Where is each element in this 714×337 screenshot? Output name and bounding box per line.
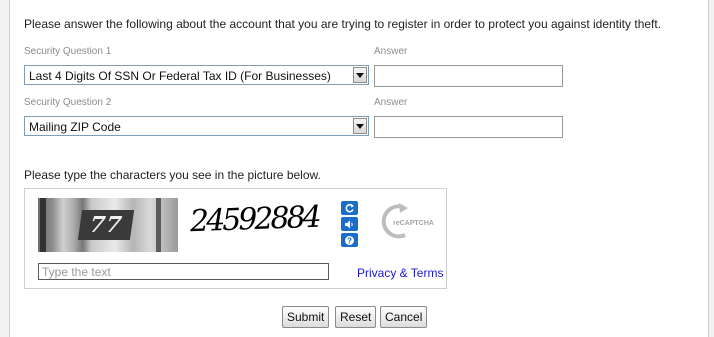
refresh-icon[interactable]	[341, 201, 358, 215]
intro-text: Please answer the following about the ac…	[24, 17, 662, 31]
recaptcha-logo: reCAPTCHA	[377, 201, 441, 243]
submit-button[interactable]: Submit	[282, 306, 330, 328]
chevron-down-icon[interactable]	[353, 67, 367, 83]
photo-number-plate: 77	[77, 210, 135, 240]
security-question-2-select[interactable]: Mailing ZIP Code	[24, 116, 369, 136]
help-icon[interactable]: ?	[341, 233, 358, 247]
svg-text:?: ?	[347, 236, 352, 245]
captcha-photo: 77	[38, 198, 178, 252]
security-question-1-label: Security Question 1	[24, 46, 112, 57]
captcha-response-input[interactable]	[38, 263, 329, 280]
security-question-2-label: Security Question 2	[24, 97, 112, 108]
security-question-1-value: Last 4 Digits Of SSN Or Federal Tax ID (…	[29, 69, 331, 83]
captcha-prompt: Please type the characters you see in th…	[24, 168, 321, 182]
privacy-terms-link[interactable]: Privacy & Terms	[357, 266, 443, 280]
answer-1-label: Answer	[374, 46, 408, 57]
recaptcha-logo-text: reCAPTCHA	[393, 220, 434, 227]
captcha-image: 77 24592884	[38, 198, 324, 252]
recaptcha-widget: 77 24592884 ? reCAPTCHA Privacy & Terms	[24, 188, 447, 289]
answer-2-input[interactable]	[374, 116, 563, 138]
answer-2-label: Answer	[374, 97, 408, 108]
chevron-down-icon[interactable]	[353, 118, 367, 134]
photo-post	[40, 198, 46, 252]
answer-1-input[interactable]	[374, 65, 563, 87]
security-question-2-value: Mailing ZIP Code	[29, 120, 121, 134]
registration-panel: Please answer the following about the ac…	[9, 0, 709, 337]
reset-button[interactable]: Reset	[335, 306, 377, 328]
cancel-button[interactable]: Cancel	[380, 306, 428, 328]
security-question-1-select[interactable]: Last 4 Digits Of SSN Or Federal Tax ID (…	[24, 65, 369, 85]
photo-post	[156, 198, 161, 252]
captcha-warped-text: 24592884	[189, 199, 320, 240]
audio-icon[interactable]	[341, 217, 358, 231]
